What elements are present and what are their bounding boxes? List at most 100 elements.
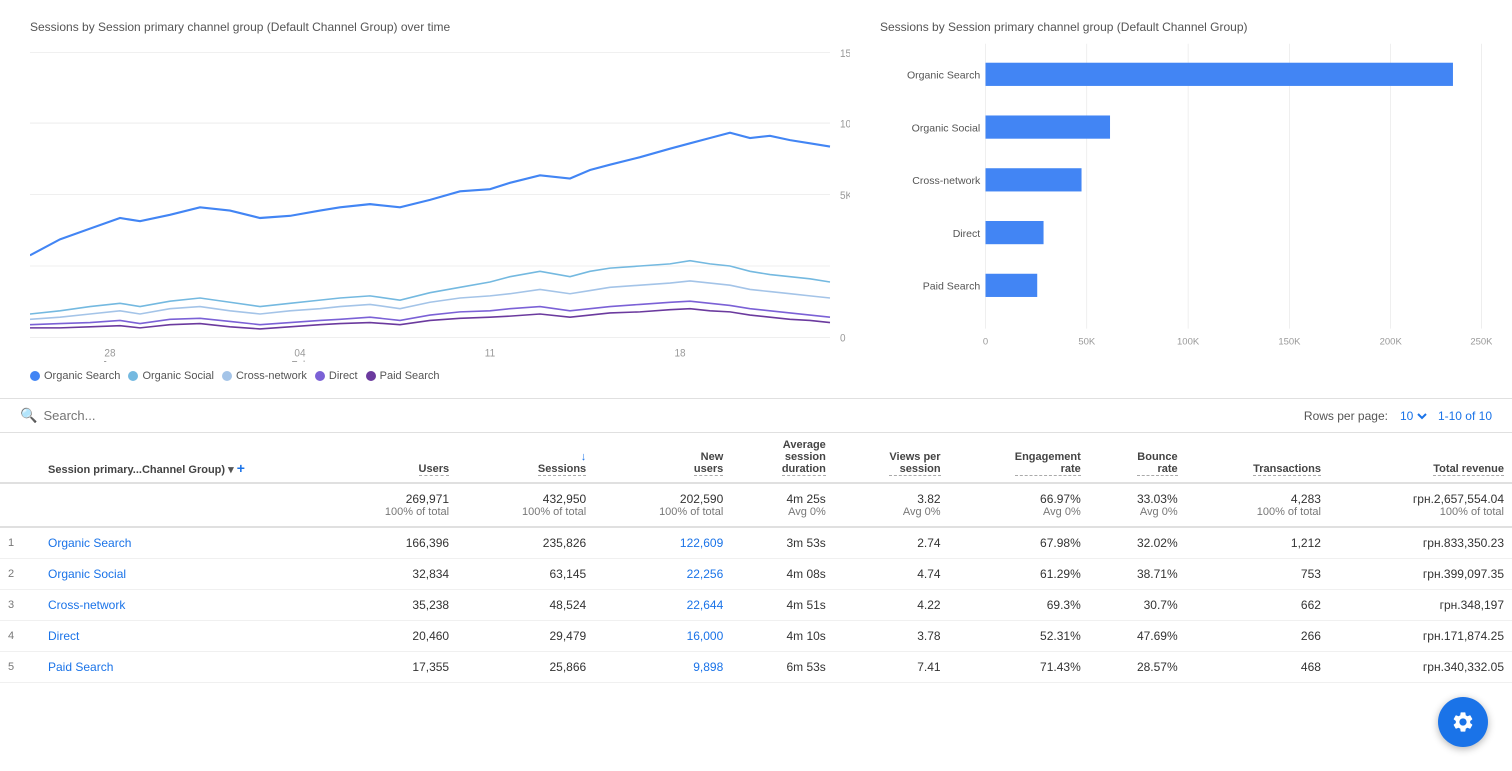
row-new-users: 16,000 (594, 621, 731, 652)
row-sessions: 235,826 (457, 527, 594, 559)
line-chart-title: Sessions by Session primary channel grou… (30, 20, 850, 34)
legend-item-cross-network[interactable]: Cross-network (222, 370, 307, 382)
svg-text:Direct: Direct (953, 228, 981, 240)
row-avg-session: 6m 53s (731, 652, 834, 683)
row-channel: Paid Search (40, 652, 320, 683)
legend-item-direct[interactable]: Direct (315, 370, 358, 382)
row-transactions: 1,212 (1186, 527, 1329, 559)
svg-text:200K: 200K (1380, 336, 1403, 347)
row-avg-session: 4m 10s (731, 621, 834, 652)
row-bounce: 28.57% (1089, 652, 1186, 683)
rows-per-page-select[interactable]: 10 25 50 (1396, 408, 1430, 424)
fab-button[interactable] (1438, 697, 1488, 747)
pagination-info: 1-10 of 10 (1438, 409, 1492, 423)
svg-text:0: 0 (983, 336, 988, 347)
row-engagement: 52.31% (949, 621, 1089, 652)
row-new-users: 9,898 (594, 652, 731, 683)
svg-text:50K: 50K (1078, 336, 1096, 347)
row-new-users: 122,609 (594, 527, 731, 559)
row-users: 166,396 (320, 527, 457, 559)
row-users: 17,355 (320, 652, 457, 683)
svg-text:100K: 100K (1177, 336, 1200, 347)
row-users: 32,834 (320, 559, 457, 590)
data-table: Session primary...Channel Group) ▾ + Use… (0, 433, 1512, 683)
row-sessions: 63,145 (457, 559, 594, 590)
row-revenue: грн.833,350.23 (1329, 527, 1512, 559)
row-avg-session: 3m 53s (731, 527, 834, 559)
col-rank (0, 433, 40, 483)
row-users: 35,238 (320, 590, 457, 621)
line-chart-svg: 15K 10K 5K 0 28 Jan 04 Feb 11 (30, 42, 850, 362)
row-rank: 2 (0, 559, 40, 590)
bar-chart-title: Sessions by Session primary channel grou… (880, 20, 1492, 34)
row-bounce: 30.7% (1089, 590, 1186, 621)
col-new-users[interactable]: Newusers (594, 433, 731, 483)
row-views-per: 7.41 (834, 652, 949, 683)
row-transactions: 468 (1186, 652, 1329, 683)
table-row: 5 Paid Search 17,355 25,866 9,898 6m 53s… (0, 652, 1512, 683)
row-views-per: 2.74 (834, 527, 949, 559)
col-bounce[interactable]: Bouncerate (1089, 433, 1186, 483)
row-engagement: 69.3% (949, 590, 1089, 621)
table-row: 1 Organic Search 166,396 235,826 122,609… (0, 527, 1512, 559)
search-input[interactable] (43, 408, 243, 423)
row-engagement: 61.29% (949, 559, 1089, 590)
row-channel: Organic Search (40, 527, 320, 559)
row-engagement: 71.43% (949, 652, 1089, 683)
svg-text:150K: 150K (1278, 336, 1301, 347)
svg-text:18: 18 (674, 348, 685, 359)
svg-text:04: 04 (294, 348, 305, 359)
row-views-per: 4.22 (834, 590, 949, 621)
svg-text:Organic Social: Organic Social (912, 122, 981, 134)
col-revenue[interactable]: Total revenue (1329, 433, 1512, 483)
svg-text:5K: 5K (840, 191, 850, 202)
svg-text:Cross-network: Cross-network (912, 175, 981, 187)
svg-text:15K: 15K (840, 49, 850, 60)
row-bounce: 47.69% (1089, 621, 1186, 652)
row-transactions: 753 (1186, 559, 1329, 590)
row-bounce: 38.71% (1089, 559, 1186, 590)
svg-text:250K: 250K (1470, 336, 1492, 347)
col-sessions[interactable]: ↓ Sessions (457, 433, 594, 483)
legend-item-organic-search[interactable]: Organic Search (30, 370, 120, 382)
col-avg-session[interactable]: Averagesessionduration (731, 433, 834, 483)
row-rank: 5 (0, 652, 40, 683)
col-channel[interactable]: Session primary...Channel Group) ▾ + (40, 433, 320, 483)
row-bounce: 32.02% (1089, 527, 1186, 559)
row-views-per: 4.74 (834, 559, 949, 590)
row-users: 20,460 (320, 621, 457, 652)
table-row: 4 Direct 20,460 29,479 16,000 4m 10s 3.7… (0, 621, 1512, 652)
row-new-users: 22,644 (594, 590, 731, 621)
svg-text:Paid Search: Paid Search (923, 281, 981, 293)
row-rank: 3 (0, 590, 40, 621)
row-rank: 1 (0, 527, 40, 559)
channel-sort-arrow[interactable]: ▾ (228, 464, 234, 476)
legend-item-organic-social[interactable]: Organic Social (128, 370, 214, 382)
rows-per-page-label: Rows per page: (1304, 409, 1388, 423)
svg-text:Organic Search: Organic Search (907, 70, 980, 82)
row-channel: Cross-network (40, 590, 320, 621)
table-row: 2 Organic Social 32,834 63,145 22,256 4m… (0, 559, 1512, 590)
search-bar: 🔍 Rows per page: 10 25 50 1-10 of 10 (0, 398, 1512, 433)
col-transactions[interactable]: Transactions (1186, 433, 1329, 483)
row-sessions: 29,479 (457, 621, 594, 652)
svg-text:0: 0 (840, 333, 846, 344)
svg-text:Jan: Jan (102, 360, 118, 362)
svg-text:10K: 10K (840, 119, 850, 130)
svg-text:28: 28 (104, 348, 115, 359)
row-revenue: грн.340,332.05 (1329, 652, 1512, 683)
row-revenue: грн.348,197 (1329, 590, 1512, 621)
legend-item-paid-search[interactable]: Paid Search (366, 370, 440, 382)
channel-add-button[interactable]: + (237, 460, 245, 476)
col-engagement[interactable]: Engagementrate (949, 433, 1089, 483)
col-users[interactable]: Users (320, 433, 457, 483)
row-revenue: грн.171,874.25 (1329, 621, 1512, 652)
row-channel: Direct (40, 621, 320, 652)
settings-icon (1451, 710, 1475, 734)
row-rank: 4 (0, 621, 40, 652)
row-sessions: 25,866 (457, 652, 594, 683)
svg-text:Feb: Feb (291, 360, 308, 362)
col-views-per[interactable]: Views persession (834, 433, 949, 483)
search-icon: 🔍 (20, 407, 37, 424)
row-transactions: 266 (1186, 621, 1329, 652)
